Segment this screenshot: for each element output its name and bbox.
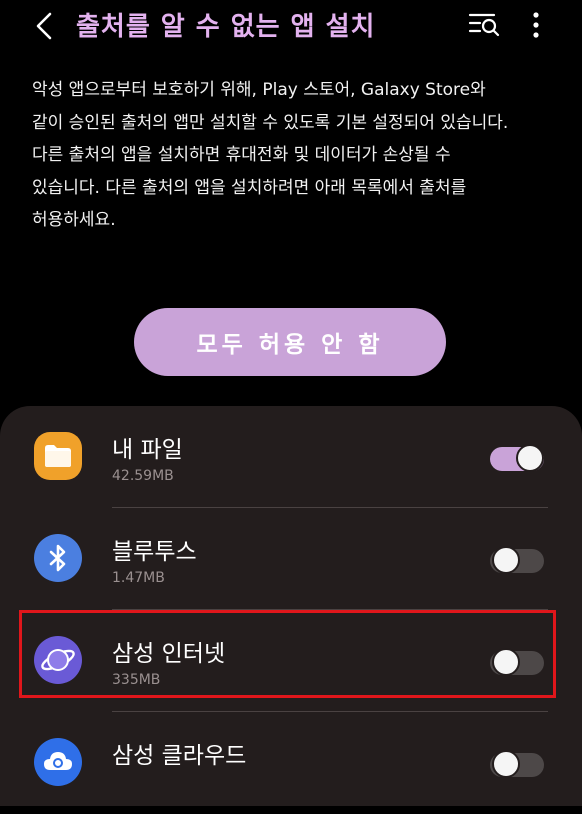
disallow-all-button[interactable]: 모두 허용 안 함 [134,308,446,376]
allow-toggle[interactable] [490,646,544,676]
list-item[interactable]: 내 파일 42.59MB [0,406,582,508]
chevron-left-icon [36,12,52,40]
app-bar: 출처를 알 수 없는 앱 설치 [0,0,582,56]
list-item[interactable]: 삼성 클라우드 [0,712,582,814]
back-button[interactable] [26,8,62,44]
allow-toggle[interactable] [490,442,544,472]
app-name: 삼성 클라우드 [112,743,247,769]
samsung-cloud-icon [34,738,82,786]
samsung-internet-icon [34,636,82,684]
app-name: 블루투스 [112,539,197,565]
description-line: 허용하세요. [32,210,116,230]
app-name: 내 파일 [112,437,183,463]
description-line: 같이 승인된 출처의 앱만 설치할 수 있도록 기본 설정되어 있습니다. [32,112,509,133]
allow-toggle[interactable] [490,748,544,778]
app-list: 내 파일 42.59MB 블루투스 1.47MB 삼성 인터넷 335MB 삼성… [0,406,582,806]
app-size: 42.59MB [112,468,174,484]
description-line: 다른 출처의 앱을 설치하면 휴대전화 및 데이터가 손상될 수 [32,145,451,165]
allow-toggle[interactable] [490,544,544,574]
bluetooth-icon [34,534,82,582]
folder-icon [34,432,82,480]
app-name: 삼성 인터넷 [112,641,226,667]
description-line: 악성 앱으로부터 보호하기 위해, Play 스토어, Galaxy Store… [32,80,486,100]
app-size: 1.47MB [112,570,165,586]
list-item[interactable]: 블루투스 1.47MB [0,508,582,610]
search-list-button[interactable] [468,10,502,40]
search-list-icon [468,13,500,37]
page-title: 출처를 알 수 없는 앱 설치 [76,12,376,42]
list-item[interactable]: 삼성 인터넷 335MB [0,610,582,712]
more-vertical-icon [533,12,539,38]
more-options-button[interactable] [522,10,550,40]
description-text: 악성 앱으로부터 보호하기 위해, Play 스토어, Galaxy Store… [32,74,552,237]
app-size: 335MB [112,672,161,688]
description-line: 있습니다. 다른 출처의 앱을 설치하려면 아래 목록에서 출처를 [32,177,467,198]
